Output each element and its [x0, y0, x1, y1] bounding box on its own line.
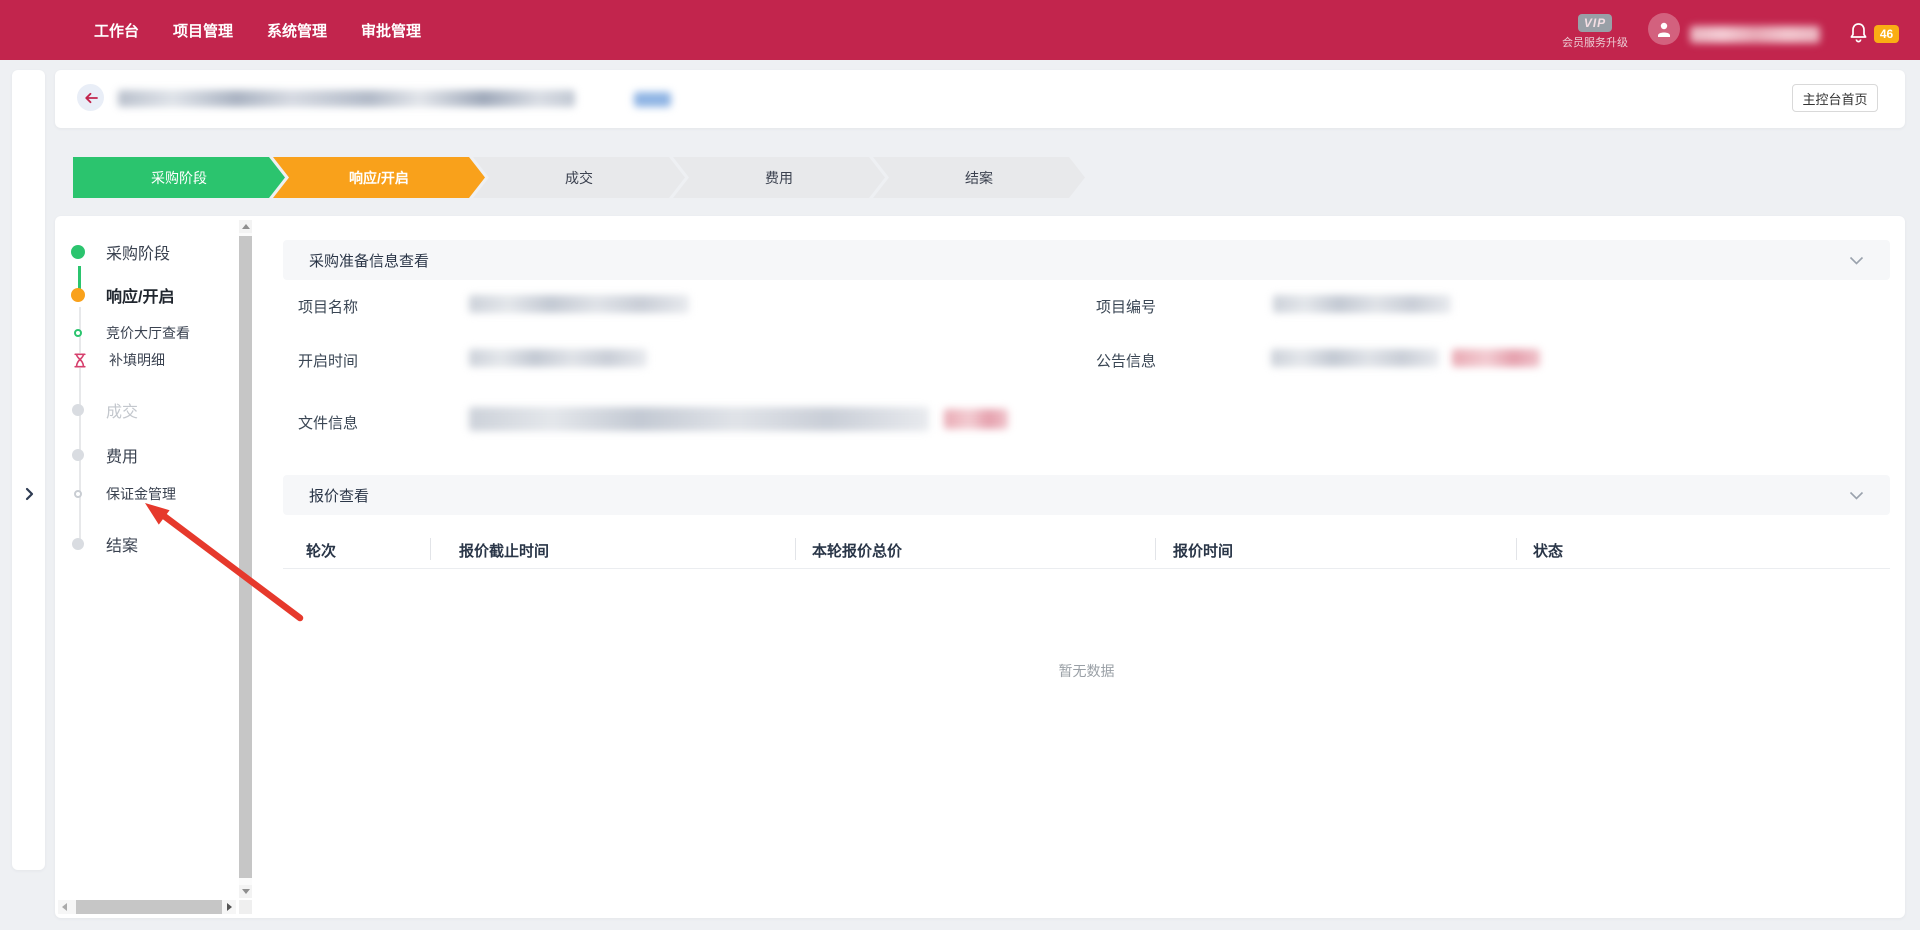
main-content-card — [55, 216, 1905, 918]
vertical-scrollbar-thumb[interactable] — [239, 236, 252, 878]
vip-upgrade-link[interactable]: VIP 会员服务升级 — [1557, 14, 1633, 50]
sidebar-item-label: 费用 — [106, 443, 138, 467]
stage-steps: 采购阶段 响应/开启 成交 费用 结案 — [73, 157, 1085, 198]
triangle-left-icon — [62, 903, 67, 911]
back-button[interactable] — [77, 84, 104, 111]
sidebar-item-label: 保证金管理 — [106, 484, 176, 504]
chevron-down-icon[interactable] — [1849, 491, 1864, 500]
step-deal[interactable]: 成交 — [473, 157, 685, 198]
step-procurement-stage[interactable]: 采购阶段 — [73, 157, 285, 198]
triangle-down-icon — [242, 889, 250, 894]
project-number-value-redacted — [1273, 295, 1451, 313]
sidebar-item-label: 成交 — [106, 398, 138, 422]
top-nav: 工作台 项目管理 系统管理 审批管理 VIP 会员服务升级 46 — [0, 0, 1920, 60]
stage-done-dot-icon — [71, 245, 85, 259]
sidebar-item-procurement-stage[interactable]: 采购阶段 — [71, 240, 170, 264]
username-redacted — [1690, 26, 1820, 43]
main-menu: 工作台 项目管理 系统管理 审批管理 — [94, 0, 421, 60]
file-info-value-redacted — [469, 407, 929, 431]
column-divider — [1155, 538, 1156, 560]
section-header-quote-view[interactable]: 报价查看 — [283, 475, 1890, 515]
stage-pending-dot-icon — [72, 404, 84, 416]
section-header-prep-info[interactable]: 采购准备信息查看 — [283, 240, 1890, 280]
stage-active-dot-icon — [71, 288, 85, 302]
status-tag-redacted — [634, 92, 671, 107]
open-time-value-redacted — [469, 349, 647, 367]
announcement-link-redacted[interactable] — [1452, 349, 1540, 367]
sidebar-item-fees[interactable]: 费用 — [72, 443, 138, 467]
sub-step-circle-icon — [74, 329, 82, 337]
column-header-quote-time: 报价时间 — [1173, 540, 1233, 561]
column-header-round: 轮次 — [306, 540, 336, 561]
sidebar-item-bidding-hall[interactable]: 竞价大厅查看 — [74, 321, 190, 345]
scroll-down-button[interactable] — [239, 885, 252, 898]
sub-step-circle-icon — [74, 490, 82, 498]
column-divider — [795, 538, 796, 560]
console-home-button[interactable]: 主控台首页 — [1792, 84, 1878, 112]
sidebar-item-closing[interactable]: 结案 — [72, 532, 138, 556]
hourglass-icon — [73, 353, 87, 368]
step-fees[interactable]: 费用 — [673, 157, 885, 198]
notification-count-badge[interactable]: 46 — [1874, 25, 1899, 43]
sidebar-item-deal[interactable]: 成交 — [72, 398, 138, 422]
project-title-redacted — [118, 90, 575, 107]
scroll-up-button[interactable] — [239, 220, 252, 233]
column-divider — [430, 538, 431, 560]
section-title: 采购准备信息查看 — [309, 250, 429, 271]
stage-pending-dot-icon — [72, 449, 84, 461]
column-header-quote-deadline: 报价截止时间 — [459, 540, 549, 561]
notification-bell-icon[interactable] — [1849, 22, 1868, 48]
sidebar-item-deposit-management[interactable]: 保证金管理 — [74, 482, 176, 506]
field-label-project-name: 项目名称 — [298, 296, 358, 317]
announcement-value-redacted — [1271, 349, 1439, 367]
sidebar-item-label: 补填明细 — [109, 350, 165, 370]
person-icon — [1655, 20, 1673, 38]
sidebar-item-label: 采购阶段 — [106, 240, 170, 264]
sidebar-item-response-open[interactable]: 响应/开启 — [71, 283, 174, 307]
sidebar-item-label: 竞价大厅查看 — [106, 323, 190, 343]
triangle-up-icon — [242, 224, 250, 229]
step-response-open[interactable]: 响应/开启 — [273, 157, 485, 198]
collapsed-panel-strip — [12, 70, 45, 870]
section-title: 报价查看 — [309, 485, 369, 506]
column-header-round-total: 本轮报价总价 — [812, 540, 902, 561]
scroll-left-button[interactable] — [58, 900, 71, 914]
project-name-value-redacted — [469, 295, 689, 313]
arrow-left-icon — [84, 92, 98, 104]
vip-icon: VIP — [1578, 14, 1612, 32]
sidebar-item-label: 响应/开启 — [106, 283, 174, 307]
table-header-border — [283, 568, 1890, 569]
nav-item-system-mgmt[interactable]: 系统管理 — [267, 20, 327, 41]
triangle-right-icon — [227, 903, 232, 911]
step-closing[interactable]: 结案 — [873, 157, 1085, 198]
sidebar-item-fill-details[interactable]: 补填明细 — [73, 348, 165, 372]
panel-expand-button[interactable] — [20, 483, 38, 505]
horizontal-scrollbar-thumb[interactable] — [76, 900, 222, 914]
field-label-announcement-info: 公告信息 — [1096, 350, 1156, 371]
scroll-right-button[interactable] — [223, 900, 236, 914]
chevron-down-icon[interactable] — [1849, 256, 1864, 265]
user-avatar[interactable] — [1648, 13, 1680, 45]
field-label-open-time: 开启时间 — [298, 350, 358, 371]
scrollbar-corner — [239, 900, 252, 914]
column-divider — [1516, 538, 1517, 560]
sidebar-item-label: 结案 — [106, 532, 138, 556]
empty-state-text: 暂无数据 — [283, 661, 1890, 681]
column-header-status: 状态 — [1533, 540, 1563, 561]
field-label-file-info: 文件信息 — [298, 412, 358, 433]
nav-item-project-mgmt[interactable]: 项目管理 — [173, 20, 233, 41]
chevron-right-icon — [25, 487, 34, 501]
field-label-project-number: 项目编号 — [1096, 296, 1156, 317]
nav-item-approval-mgmt[interactable]: 审批管理 — [361, 20, 421, 41]
nav-item-workbench[interactable]: 工作台 — [94, 20, 139, 41]
file-link-redacted[interactable] — [944, 409, 1008, 429]
stage-pending-dot-icon — [72, 538, 84, 550]
vip-upgrade-label: 会员服务升级 — [1557, 34, 1633, 50]
